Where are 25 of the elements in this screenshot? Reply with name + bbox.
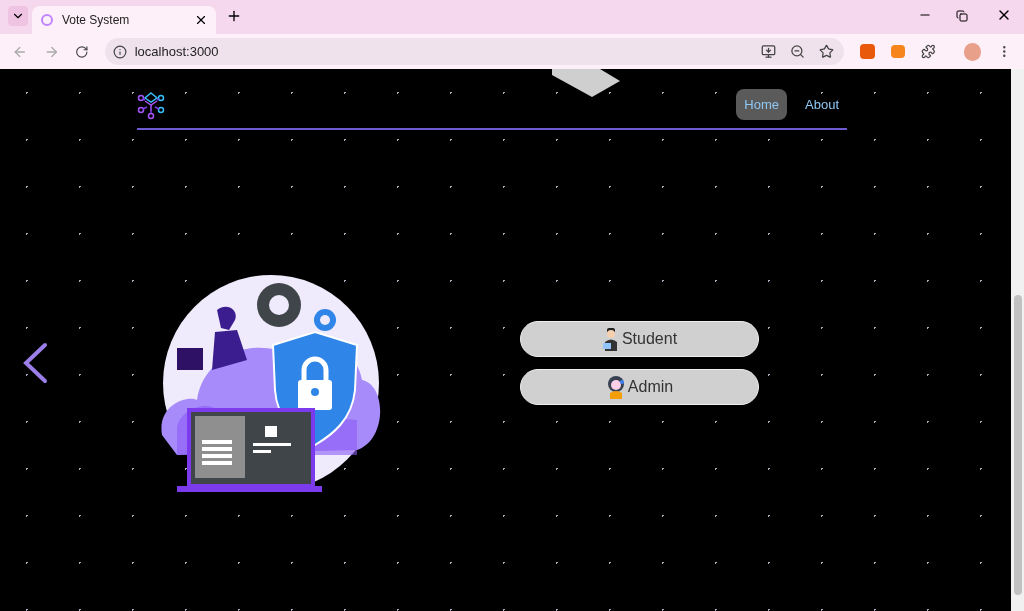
role-button[interactable]: Student (520, 321, 759, 357)
student-avatar-icon (601, 327, 620, 351)
nav-link[interactable]: About (797, 89, 847, 120)
scrollbar-thumb[interactable] (1013, 295, 1022, 595)
reload-icon[interactable] (75, 44, 89, 59)
url-text: localhost:3000 (134, 42, 220, 61)
cube-network-logo-icon (137, 89, 165, 120)
tab-favicon-icon (40, 13, 54, 27)
browser-tab[interactable]: Vote System (32, 6, 216, 34)
extensions-icon[interactable] (921, 44, 936, 59)
previous-chevron-icon[interactable] (22, 342, 48, 384)
zoom-icon[interactable] (790, 44, 806, 59)
scrollbar[interactable] (1011, 69, 1024, 611)
admin-avatar-icon (605, 375, 626, 399)
tab-title: Vote System (62, 12, 131, 29)
nav-link[interactable]: Home (736, 89, 787, 120)
role-button[interactable]: Admin (520, 369, 759, 405)
address-bar[interactable]: localhost:3000 (104, 38, 845, 65)
close-tab-icon[interactable] (194, 13, 208, 27)
new-tab-icon[interactable] (226, 8, 242, 24)
site-info-icon[interactable] (112, 44, 127, 59)
tab-list-button[interactable] (8, 6, 28, 26)
restore-icon[interactable] (956, 10, 968, 22)
install-icon[interactable] (761, 44, 777, 59)
bookmark-icon[interactable] (819, 44, 835, 59)
